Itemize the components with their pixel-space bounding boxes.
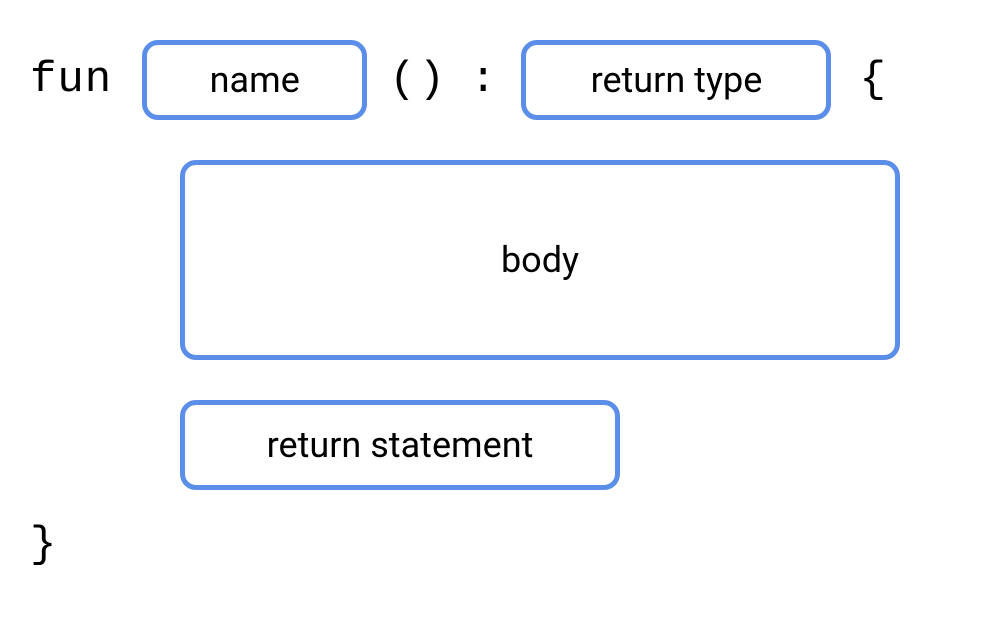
return-statement-placeholder-box: return statement (180, 400, 620, 490)
colon: : (470, 55, 499, 105)
close-brace: } (30, 520, 57, 570)
name-placeholder-box: name (142, 40, 367, 120)
return-statement-row: return statement (180, 400, 966, 490)
return-type-placeholder-box: return type (521, 40, 831, 120)
close-brace-row: } (30, 520, 966, 570)
open-brace: { (853, 55, 886, 105)
body-placeholder-label: body (501, 239, 579, 281)
body-row: body (180, 160, 966, 360)
fun-keyword: fun (30, 55, 120, 105)
function-signature-row: fun name () : return type { (30, 40, 966, 120)
name-placeholder-label: name (210, 59, 300, 101)
body-placeholder-box: body (180, 160, 900, 360)
return-statement-placeholder-label: return statement (267, 424, 534, 466)
parentheses: () (389, 55, 448, 105)
return-type-placeholder-label: return type (591, 59, 763, 101)
